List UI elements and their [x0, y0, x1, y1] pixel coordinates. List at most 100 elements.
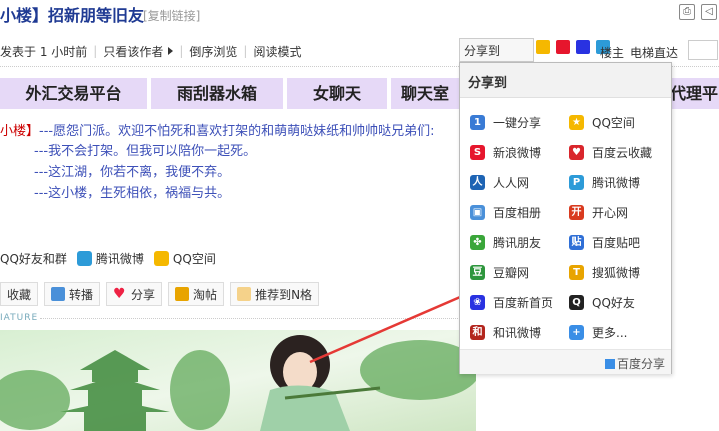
tencent-weibo-link[interactable]: 腾讯微博 [96, 250, 144, 267]
share-label: 分享 [131, 287, 156, 302]
copy-link[interactable]: [复制链接] [143, 7, 200, 24]
share-option-label: 人人网 [493, 176, 530, 190]
only-author-link[interactable]: 只看该作者 [103, 43, 163, 60]
share-option-label: 开心网 [592, 206, 629, 220]
divider: | [179, 44, 184, 58]
recommend-label: 推荐到N格 [255, 287, 313, 302]
taotie-icon [175, 287, 190, 301]
ad-tab[interactable]: 女聊天 [287, 78, 387, 109]
share-option-label: 百度贴吧 [592, 236, 641, 250]
qzone-icon[interactable] [536, 40, 550, 54]
tencent-pengyou-icon: ✤ [470, 235, 485, 250]
ad-tab[interactable]: 雨刮器水箱 [151, 78, 283, 109]
qzone-icon[interactable] [153, 251, 169, 266]
qq-friends-link[interactable]: QQ好友和群 [0, 250, 67, 267]
share-row: QQ好友和群 腾讯微博 QQ空间 [0, 250, 216, 267]
kaixin-icon: 开 [569, 205, 584, 220]
baidu-album-icon: ▣ [470, 205, 485, 220]
favorite-label: 收藏 [7, 287, 32, 302]
ad-tab[interactable]: 代理平 [670, 78, 719, 109]
share-option[interactable]: ★ QQ空间 [569, 114, 635, 131]
share-option[interactable]: Q QQ好友 [569, 294, 635, 311]
post-meta-bar: 发表于 1 小时前 | 只看该作者 | 倒序浏览 | 阅读模式 [0, 40, 301, 62]
qzone-icon: ★ [569, 115, 584, 130]
share-option[interactable]: 开开心网 [569, 204, 628, 221]
share-option[interactable]: S 新浪微博 [470, 144, 541, 161]
qzone-link[interactable]: QQ空间 [173, 250, 216, 267]
share-popup-header: 分享到 [460, 63, 671, 98]
print-icon[interactable]: ⎙ [679, 4, 695, 20]
share-option[interactable]: 贴百度贴吧 [569, 234, 640, 251]
share-option-label: 新浪微博 [493, 146, 542, 160]
share-option-label: 更多... [592, 326, 628, 340]
read-mode-link[interactable]: 阅读模式 [253, 43, 301, 60]
share-option[interactable]: 人人人网 [470, 174, 529, 191]
floor-tag: 小楼】 [0, 124, 40, 139]
share-option-label: 一键分享 [493, 116, 542, 130]
one-click-share-icon: 1 [470, 115, 485, 130]
baidu-cloud-favorite-icon: ♥ [569, 145, 584, 160]
recommend-button[interactable]: 推荐到N格 [230, 282, 320, 306]
share-option-label: QQ空间 [592, 116, 635, 130]
post-line: ---这小楼，生死相依，祸福与共。 [34, 186, 231, 201]
top-tools: ⎙ ◁ [679, 4, 717, 20]
douban-icon: 豆 [470, 265, 485, 280]
divider [40, 318, 460, 319]
share-option[interactable]: ▣ 百度相册 [470, 204, 541, 221]
sina-weibo-icon[interactable] [556, 40, 570, 54]
share-button[interactable]: ♥ 分享 [106, 282, 163, 306]
tencent-weibo-icon: P [569, 175, 584, 190]
baidu-share-link[interactable]: 百度分享 [604, 355, 665, 372]
thumb-up-icon [237, 287, 252, 301]
divider: | [243, 44, 248, 58]
hexun-weibo-icon: 和 [470, 325, 485, 340]
post-time: 发表于 1 小时前 [0, 44, 88, 59]
signature-label: IATURE [0, 313, 39, 323]
back-icon[interactable]: ◁ [701, 4, 717, 20]
share-option-label: 百度云收藏 [592, 146, 653, 160]
share-option[interactable]: T 搜狐微博 [569, 264, 640, 281]
elevator-label: 电梯直达 [630, 46, 679, 60]
repost-label: 转播 [69, 287, 94, 302]
share-to-label: 分享到 [464, 43, 501, 58]
floor-jump-input[interactable] [688, 40, 718, 60]
qq-friend-icon: Q [569, 295, 584, 310]
share-quick-icons [533, 40, 610, 54]
share-option[interactable]: + 更多... [569, 324, 627, 341]
heart-icon: ♥ [113, 286, 126, 302]
share-option-label: 百度相册 [493, 206, 542, 220]
share-option-label: 腾讯微博 [592, 176, 641, 190]
ad-tab[interactable]: 聊天室 [391, 78, 459, 109]
share-option[interactable]: ♥ 百度云收藏 [569, 144, 652, 161]
share-to-button[interactable]: 分享到 [459, 38, 534, 62]
favorite-button[interactable]: 收藏 [0, 282, 39, 306]
repost-button[interactable]: 转播 [44, 282, 101, 306]
triangle-right-icon [168, 47, 174, 55]
thread-title: 小楼】招新朋等旧友 [0, 6, 145, 25]
share-option[interactable]: ✤ 腾讯朋友 [470, 234, 541, 251]
sohu-weibo-icon: T [569, 265, 584, 280]
reverse-order-link[interactable]: 倒序浏览 [189, 43, 237, 60]
share-option[interactable]: 和和讯微博 [470, 324, 541, 341]
tencent-weibo-icon[interactable] [76, 251, 92, 266]
divider: | [93, 44, 98, 58]
share-option-label: 百度新首页 [493, 296, 554, 310]
share-option-label: QQ好友 [592, 296, 635, 310]
share-option-label: 豆瓣网 [493, 266, 530, 280]
share-popup-title: 分享到 [468, 76, 508, 91]
share-option[interactable]: 1 一键分享 [470, 114, 541, 131]
plus-icon [604, 359, 615, 369]
baidu-icon[interactable] [576, 40, 590, 54]
ad-tab[interactable]: 外汇交易平台 [0, 78, 147, 109]
taotie-button[interactable]: 淘帖 [168, 282, 225, 306]
share-option[interactable]: 豆豆瓣网 [470, 264, 529, 281]
baidu-home-icon: ❀ [470, 295, 485, 310]
share-option-label: 搜狐微博 [592, 266, 641, 280]
post-actions: 收藏 转播 ♥ 分享 淘帖 推荐到N格 [0, 282, 320, 306]
share-popup-footer: 百度分享 [460, 349, 671, 374]
post-line: 小楼】---愿怨门派。欢迎不怕死和喜欢打架的和萌萌哒妹纸和帅帅哒兄弟们: [0, 120, 434, 139]
share-option[interactable]: ❀ 百度新首页 [470, 294, 553, 311]
post-illustration [0, 330, 476, 431]
baidu-tieba-icon: 贴 [569, 235, 584, 250]
share-option[interactable]: P 腾讯微博 [569, 174, 640, 191]
